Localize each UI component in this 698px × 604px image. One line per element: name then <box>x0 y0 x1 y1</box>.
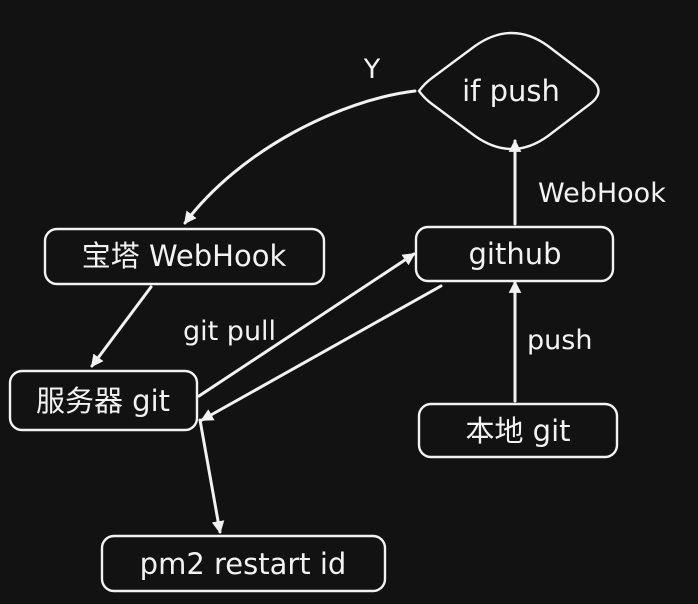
node-baota-webhook-label: 宝塔 WebHook <box>82 239 287 273</box>
node-if-push-label: if push <box>462 74 560 108</box>
edge-label-git-pull: git pull <box>183 316 276 347</box>
node-local-git-label: 本地 git <box>465 414 570 448</box>
edge-github-to-server <box>200 284 443 422</box>
edge-label-yes: Y <box>363 54 381 85</box>
node-server-git-label: 服务器 git <box>36 384 170 418</box>
node-pm2-restart-label: pm2 restart id <box>140 547 347 581</box>
node-github: github <box>414 225 615 283</box>
node-if-push: if push <box>417 31 600 151</box>
edge-server-to-pm2 <box>198 418 225 534</box>
edge-label-webhook: WebHook <box>538 178 666 209</box>
edge-baota-to-server <box>90 285 153 368</box>
node-baota-webhook: 宝塔 WebHook <box>43 227 326 286</box>
edge-label-push: push <box>527 325 592 356</box>
node-server-git: 服务器 git <box>8 369 199 432</box>
node-pm2-restart: pm2 restart id <box>100 534 387 593</box>
node-github-label: github <box>468 237 561 271</box>
node-local-git: 本地 git <box>417 402 619 459</box>
flow-diagram: Y WebHook git pull push if push 宝塔 WebHo… <box>8 31 666 593</box>
edge-if-push-to-baota <box>183 89 417 225</box>
